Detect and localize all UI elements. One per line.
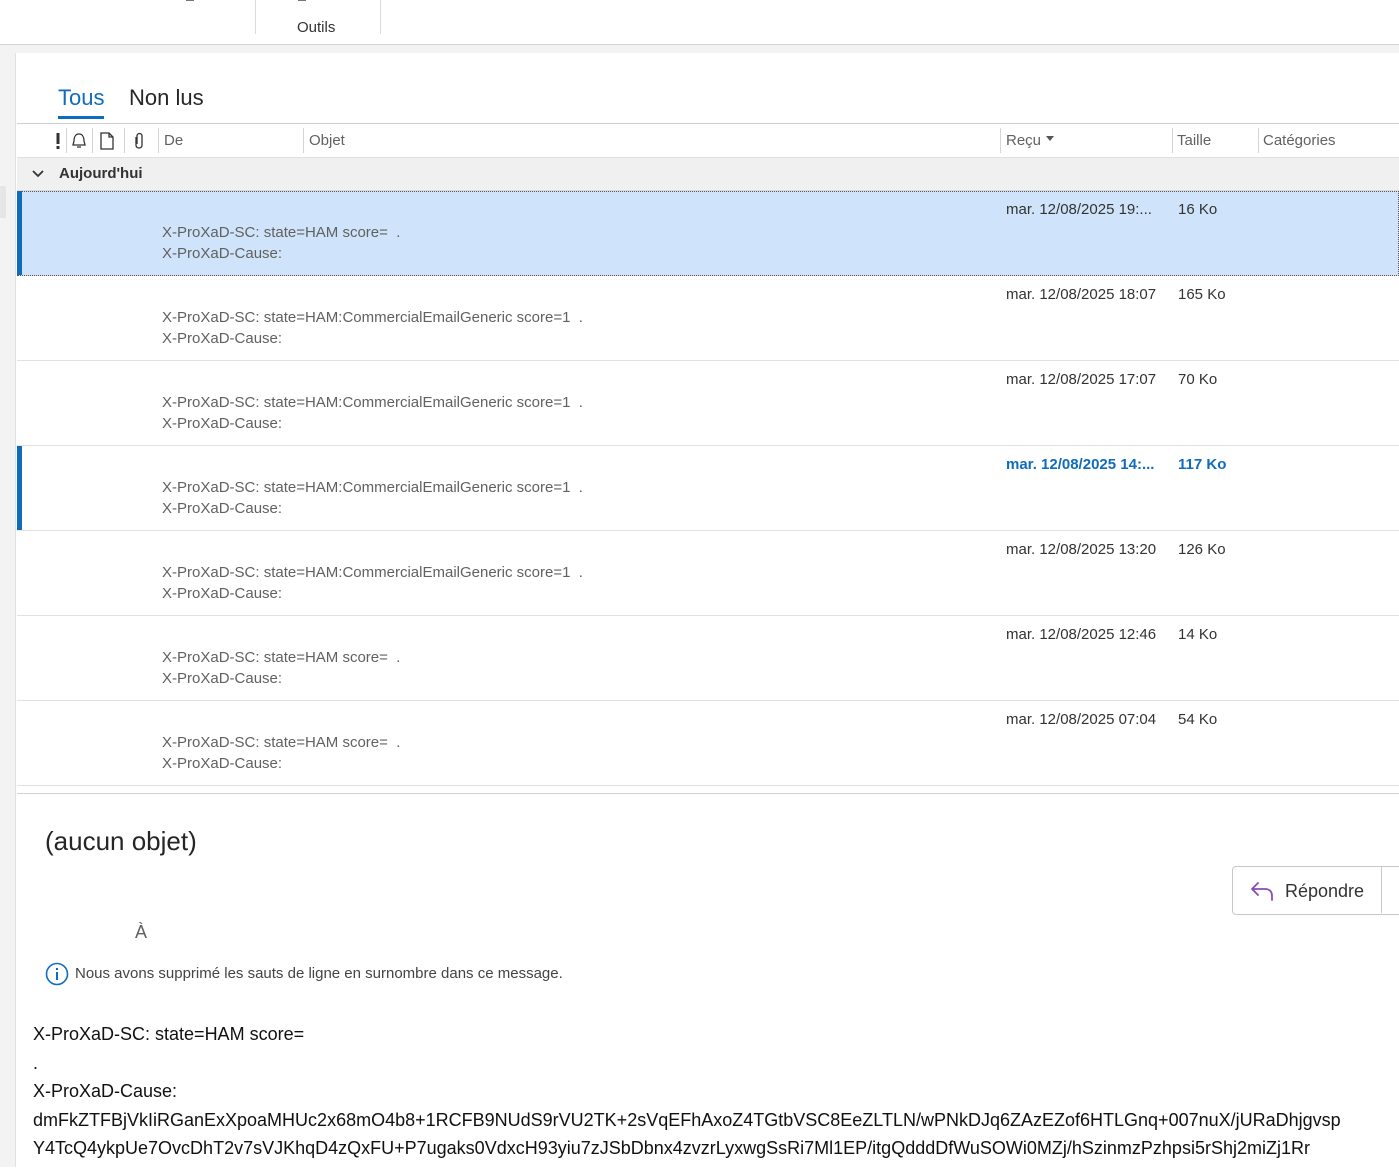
column-separator[interactable]	[124, 128, 125, 153]
folder-pane-marker	[0, 186, 6, 218]
message-row[interactable]: mar. 12/08/2025 14:... 117 Ko X-ProXaD-SC:…	[17, 446, 1399, 531]
message-subject: (aucun objet)	[45, 826, 197, 856]
filter-tabs: Tous Non lus	[17, 53, 1399, 123]
document-icon[interactable]	[99, 132, 115, 150]
column-separator[interactable]	[1172, 128, 1173, 153]
unread-indicator	[17, 446, 22, 530]
message-row[interactable]: mar. 12/08/2025 07:04 54 Ko X-ProXaD-SC: s…	[17, 701, 1399, 786]
message-size: 165 Ko	[1178, 286, 1226, 303]
message-row[interactable]: mar. 12/08/2025 18:07 165 Ko X-ProXaD-SC: …	[17, 276, 1399, 361]
chevron-down-icon[interactable]	[31, 167, 45, 181]
message-received: mar. 12/08/2025 13:20	[1006, 541, 1157, 558]
info-icon	[45, 962, 69, 986]
column-separator[interactable]	[92, 128, 93, 153]
message-row[interactable]: mar. 12/08/2025 17:07 70 Ko X-ProXaD-SC: s…	[17, 361, 1399, 446]
message-size: 14 Ko	[1178, 626, 1218, 643]
column-received[interactable]: Reçu	[1006, 124, 1055, 157]
ribbon: Outils	[0, 0, 1399, 45]
message-list: mar. 12/08/2025 19:... 16 Ko X-ProXaD-SC: …	[17, 191, 1399, 786]
message-row[interactable]: mar. 12/08/2025 12:46 14 Ko X-ProXaD-SC: s…	[17, 616, 1399, 701]
message-preview-line: X-ProXaD-Cause:	[162, 585, 283, 602]
message-preview-line: X-ProXaD-SC: state=HAM score= .	[162, 224, 401, 241]
message-received: mar. 12/08/2025 17:07	[1006, 371, 1157, 388]
reply-button[interactable]: Répondre	[1232, 866, 1399, 915]
message-body: X-ProXaD-SC: state=HAM score= . X-ProXaD…	[33, 1020, 1341, 1163]
sort-descending-icon	[1046, 136, 1055, 141]
message-preview-line: X-ProXaD-SC: state=HAM:CommercialEmailGe…	[162, 394, 583, 411]
message-received: mar. 12/08/2025 18:07	[1006, 286, 1157, 303]
tab-unread[interactable]: Non lus	[129, 85, 204, 111]
message-size: 70 Ko	[1178, 371, 1218, 388]
message-row[interactable]: mar. 12/08/2025 19:... 16 Ko X-ProXaD-SC: …	[17, 191, 1399, 276]
message-received: mar. 12/08/2025 14:...	[1006, 456, 1155, 473]
column-from[interactable]: De	[164, 124, 183, 157]
info-banner-text: Nous avons supprimé les sauts de ligne e…	[75, 965, 563, 982]
body-line: Y4TcQ4ykpUe7OvcDhT2v7sVJKhqD4zQxFU+P7uga…	[33, 1138, 1310, 1158]
unread-indicator	[17, 191, 22, 275]
reply-split-divider	[1381, 866, 1382, 913]
column-separator[interactable]	[1000, 128, 1001, 153]
column-separator[interactable]	[66, 128, 67, 153]
ribbon-separator	[380, 0, 381, 34]
body-line: X-ProXaD-SC: state=HAM score=	[33, 1024, 305, 1044]
exclamation-icon[interactable]	[53, 132, 63, 150]
ribbon-separator	[255, 0, 256, 34]
group-header-today[interactable]: Aujourd'hui	[17, 158, 1399, 191]
body-line: .	[33, 1052, 39, 1073]
message-preview-line: X-ProXaD-SC: state=HAM score= .	[162, 649, 401, 666]
reading-pane: (aucun objet) Répondre À Nous avons supp…	[17, 793, 1399, 1168]
body-line: dmFkZTFBjVkIiRGanExXpoaMHUc2x68mO4b8+1RC…	[33, 1109, 1341, 1130]
recipient-label: À	[135, 922, 148, 942]
message-received: mar. 12/08/2025 07:04	[1006, 711, 1157, 728]
reply-arrow-icon	[1251, 882, 1273, 901]
message-size: 16 Ko	[1178, 201, 1218, 218]
message-preview-line: X-ProXaD-Cause:	[162, 755, 283, 772]
column-separator[interactable]	[158, 128, 159, 153]
message-size: 117 Ko	[1178, 456, 1227, 473]
folder-pane-collapsed[interactable]	[0, 53, 16, 1167]
message-row[interactable]: mar. 12/08/2025 13:20 126 Ko X-ProXaD-SC: …	[17, 531, 1399, 616]
ribbon-partial-glyph	[186, 0, 194, 1]
column-categories[interactable]: Catégories	[1263, 124, 1336, 157]
message-preview-line: X-ProXaD-SC: state=HAM:CommercialEmailGe…	[162, 479, 583, 496]
body-line: X-ProXaD-Cause:	[33, 1081, 178, 1101]
column-separator[interactable]	[1258, 128, 1259, 153]
message-preview-line: X-ProXaD-Cause:	[162, 330, 283, 347]
reply-button-label: Répondre	[1285, 881, 1365, 901]
tab-all[interactable]: Tous	[58, 85, 105, 119]
message-preview-line: X-ProXaD-Cause:	[162, 245, 283, 262]
column-separator[interactable]	[303, 128, 304, 153]
bell-icon[interactable]	[70, 132, 88, 150]
message-preview-line: X-ProXaD-Cause:	[162, 670, 283, 687]
paperclip-icon[interactable]	[132, 132, 146, 150]
message-preview-line: X-ProXaD-Cause:	[162, 415, 283, 432]
message-preview-line: X-ProXaD-SC: state=HAM:CommercialEmailGe…	[162, 309, 583, 326]
ribbon-group-outils[interactable]: Outils	[297, 19, 335, 36]
column-header: De Objet Reçu Taille Catégories	[17, 124, 1399, 158]
ribbon-partial-glyph	[298, 0, 306, 1]
message-size: 54 Ko	[1178, 711, 1218, 728]
message-received: mar. 12/08/2025 12:46	[1006, 626, 1157, 643]
column-size[interactable]: Taille	[1177, 124, 1211, 157]
ribbon-gap	[0, 45, 1399, 53]
message-preview-line: X-ProXaD-Cause:	[162, 500, 283, 517]
message-preview-line: X-ProXaD-SC: state=HAM score= .	[162, 734, 401, 751]
message-preview-line: X-ProXaD-SC: state=HAM:CommercialEmailGe…	[162, 564, 583, 581]
column-subject[interactable]: Objet	[309, 124, 345, 157]
message-received: mar. 12/08/2025 19:...	[1006, 201, 1152, 218]
column-received-label: Reçu	[1006, 132, 1042, 149]
group-header-label: Aujourd'hui	[59, 165, 143, 182]
message-size: 126 Ko	[1178, 541, 1226, 558]
